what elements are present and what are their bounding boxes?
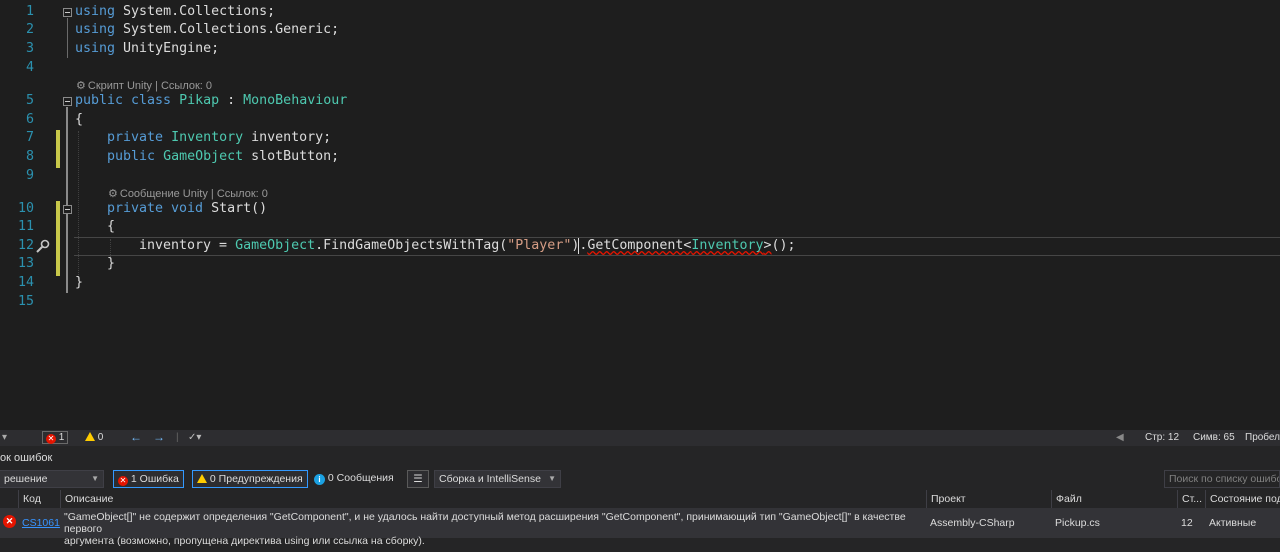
line-number: 10 bbox=[17, 201, 34, 216]
unity-icon: ⚙ bbox=[108, 188, 118, 200]
error-file: Pickup.cs bbox=[1055, 517, 1100, 529]
indent-guide bbox=[78, 131, 79, 281]
column-header-state[interactable]: Состояние под bbox=[1205, 490, 1280, 508]
code-line: private Inventory inventory; bbox=[107, 130, 332, 145]
line-number: 8 bbox=[25, 149, 34, 164]
collapse-icon[interactable] bbox=[63, 97, 72, 106]
quick-action-icon[interactable] bbox=[34, 239, 50, 255]
code-line: { bbox=[75, 112, 84, 127]
line-indicator: Стр: 12 bbox=[1145, 432, 1180, 443]
messages-filter-button[interactable]: i 0 Сообщения bbox=[314, 470, 394, 488]
column-header-code[interactable]: Код bbox=[18, 490, 60, 508]
code-line: using System.Collections.Generic; bbox=[75, 22, 340, 37]
code-line: using UnityEngine; bbox=[75, 41, 220, 56]
errors-filter-button[interactable]: ✕ 1 Ошибка bbox=[113, 470, 184, 488]
error-state: Активные bbox=[1209, 517, 1257, 529]
brush-icon[interactable]: ✓▾ bbox=[188, 432, 201, 443]
line-number: 15 bbox=[17, 294, 34, 309]
error-list-panel: ок ошибок решение ▼ ✕ 1 Ошибка 0 Предупре… bbox=[0, 446, 1280, 552]
warning-icon bbox=[85, 432, 95, 441]
line-number: 13 bbox=[17, 256, 34, 271]
column-header-file[interactable]: Файл bbox=[1051, 490, 1177, 508]
error-line: 12 bbox=[1181, 517, 1193, 529]
text-caret bbox=[578, 238, 579, 254]
whitespace-indicator: Пробел bbox=[1245, 432, 1280, 443]
column-header-description[interactable]: Описание bbox=[60, 490, 926, 508]
collapse-icon[interactable] bbox=[63, 205, 72, 214]
code-line: public GameObject slotButton; bbox=[107, 149, 340, 164]
code-line: public class Pikap : MonoBehaviour bbox=[75, 93, 348, 108]
warnings-filter-button[interactable]: 0 Предупреждения bbox=[192, 470, 308, 488]
code-line: using System.Collections; bbox=[75, 4, 276, 19]
line-number: 6 bbox=[25, 112, 34, 127]
change-marker bbox=[56, 201, 60, 276]
error-count-badge[interactable]: ✕ 1 bbox=[42, 431, 69, 444]
error-icon: ✕ bbox=[46, 434, 56, 444]
chevron-down-icon: ▼ bbox=[91, 474, 99, 483]
codelens-references[interactable]: ⚙ Сообщение Unity | Ссылок: 0 bbox=[108, 187, 268, 200]
build-source-dropdown[interactable]: Сборка и IntelliSense ▼ bbox=[434, 470, 561, 488]
table-row[interactable]: ✕ CS1061 "GameObject[]" не содержит опре… bbox=[0, 508, 1280, 547]
collapse-icon[interactable] bbox=[63, 8, 72, 17]
code-line: } bbox=[107, 256, 116, 271]
nav-back-icon[interactable]: ← bbox=[130, 431, 142, 443]
editor-status-strip: ▾ ✕ 1 0 ← → | ✓▾ ◀ Стр: 12 Симв: 65 Проб… bbox=[0, 430, 1280, 446]
warning-icon bbox=[197, 474, 207, 483]
column-indicator: Симв: 65 bbox=[1193, 432, 1235, 443]
nav-forward-icon[interactable]: → bbox=[153, 431, 165, 443]
error-icon: ✕ bbox=[118, 476, 128, 486]
code-line: } bbox=[75, 275, 84, 290]
panel-title: ок ошибок bbox=[0, 452, 53, 464]
scope-dropdown[interactable]: решение ▼ bbox=[0, 470, 104, 488]
column-header-line[interactable]: Ст... bbox=[1177, 490, 1205, 508]
error-list-toolbar: решение ▼ ✕ 1 Ошибка 0 Предупреждения i 0… bbox=[0, 468, 1280, 490]
error-icon: ✕ bbox=[3, 515, 16, 528]
code-line-error: inventory = GameObject.FindGameObjectsWi… bbox=[139, 238, 796, 253]
error-list-search-input[interactable]: Поиск по списку ошибок bbox=[1164, 470, 1280, 488]
error-code-link[interactable]: CS1061 bbox=[22, 517, 60, 529]
codelens-references[interactable]: ⚙ Скрипт Unity | Ссылок: 0 bbox=[76, 79, 212, 92]
zoom-dropdown-icon[interactable]: ▾ bbox=[2, 432, 7, 443]
filter-icon[interactable]: ☰ bbox=[407, 470, 429, 488]
error-description: "GameObject[]" не содержит определения "… bbox=[64, 511, 924, 547]
line-number: 9 bbox=[25, 168, 34, 183]
outline-line bbox=[66, 107, 68, 293]
chevron-down-icon: ▼ bbox=[548, 474, 556, 483]
unity-icon: ⚙ bbox=[76, 80, 86, 92]
code-line: private void Start() bbox=[107, 201, 268, 216]
line-number: 2 bbox=[25, 22, 34, 37]
error-list-header: Код Описание Проект Файл Ст... Состояние… bbox=[0, 490, 1280, 508]
line-number: 11 bbox=[17, 219, 34, 234]
scroll-left-icon[interactable]: ◀ bbox=[1116, 432, 1124, 443]
error-description-line: аргумента (возможно, пропущена директива… bbox=[64, 535, 425, 547]
outline-line bbox=[67, 18, 68, 58]
icon-column-header[interactable] bbox=[0, 490, 18, 508]
code-line: { bbox=[107, 219, 116, 234]
code-editor[interactable]: 1 2 3 4 5 6 7 8 9 10 11 12 13 14 15 usin… bbox=[0, 0, 1280, 430]
line-number: 3 bbox=[25, 41, 34, 56]
error-squiggle[interactable]: GetComponent<Inventory> bbox=[587, 238, 771, 253]
line-number: 12 bbox=[17, 238, 34, 253]
info-icon: i bbox=[314, 474, 325, 485]
line-number: 5 bbox=[25, 93, 34, 108]
line-number: 14 bbox=[17, 275, 34, 290]
warning-count-badge[interactable]: 0 bbox=[85, 432, 103, 443]
line-number: 7 bbox=[25, 130, 34, 145]
column-header-project[interactable]: Проект bbox=[926, 490, 1051, 508]
error-project: Assembly-CSharp bbox=[930, 517, 1015, 529]
separator: | bbox=[176, 432, 179, 443]
error-description-line: "GameObject[]" не содержит определения "… bbox=[64, 511, 906, 535]
change-marker bbox=[56, 130, 60, 168]
line-number: 1 bbox=[25, 4, 34, 19]
line-number: 4 bbox=[25, 60, 34, 75]
